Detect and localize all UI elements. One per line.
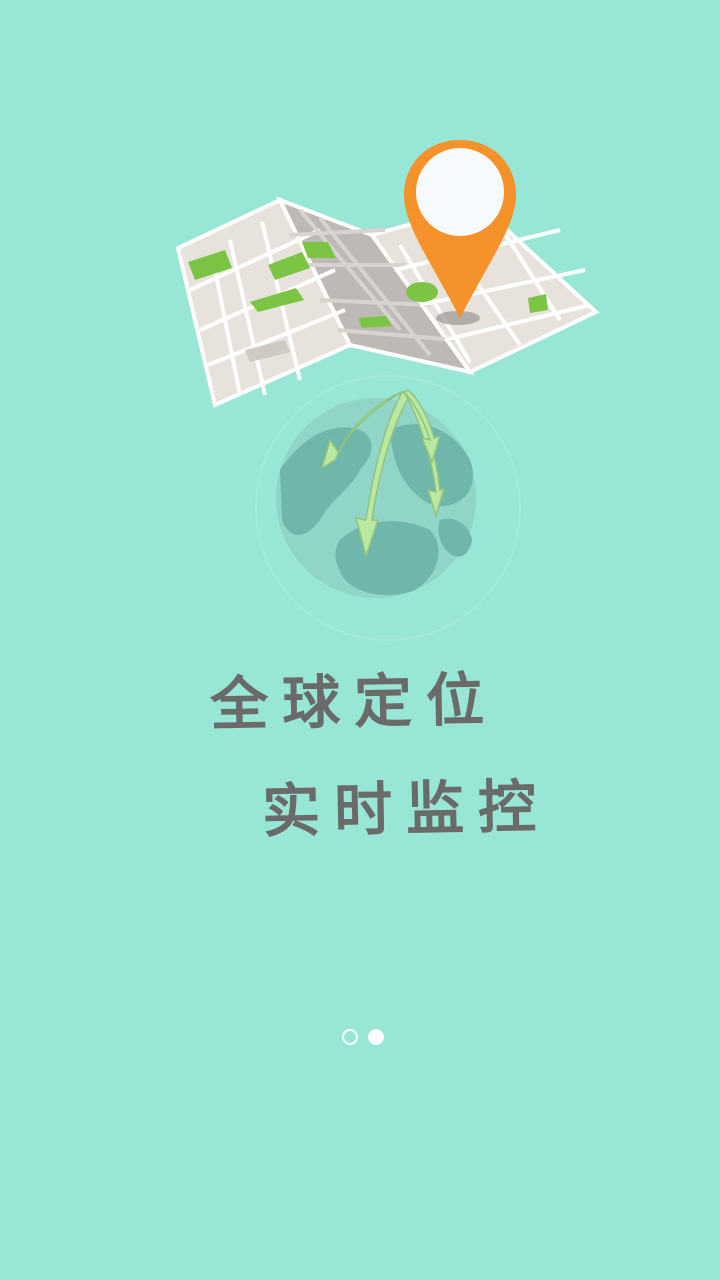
page-indicator [342, 1029, 384, 1045]
folded-map-icon [175, 196, 600, 408]
hero-illustration [175, 140, 600, 641]
page-dot-1[interactable] [342, 1029, 358, 1045]
slogan-line-1: 全球定位 [209, 665, 499, 739]
slogan-line-2: 实时监控 [261, 772, 551, 846]
globe-icon [255, 375, 521, 641]
page-dot-2[interactable] [368, 1029, 384, 1045]
splash-screen: 全球定位 实时监控 [0, 0, 720, 1280]
